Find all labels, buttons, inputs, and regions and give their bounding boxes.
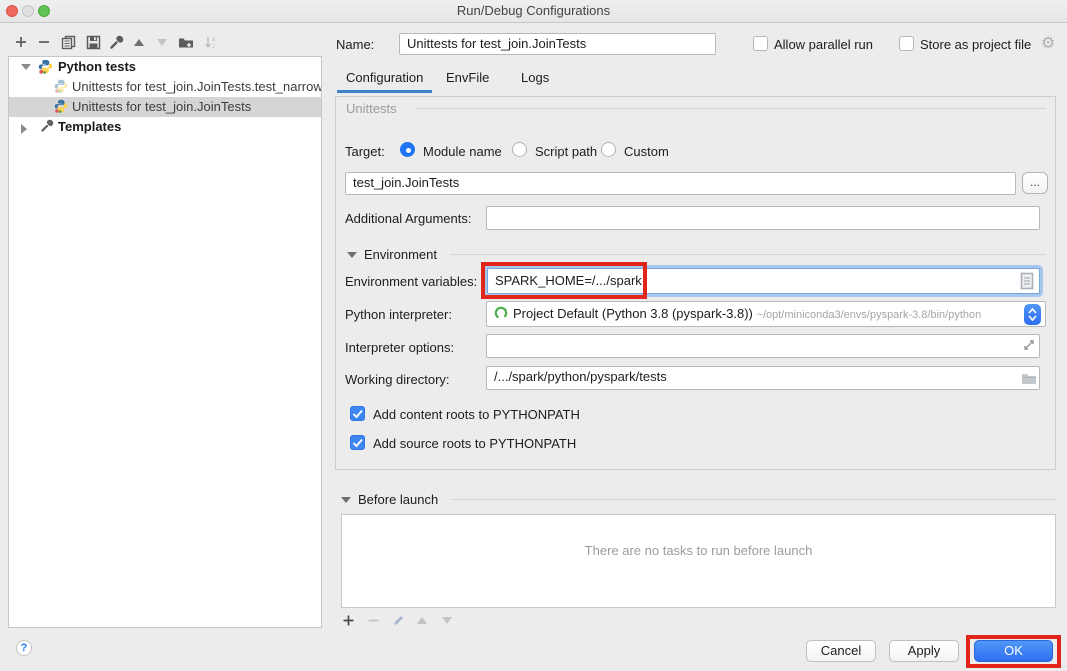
- conda-env-icon: [494, 306, 508, 326]
- tab-logs[interactable]: Logs: [521, 70, 549, 85]
- tree-item-test-narrow[interactable]: Unittests for test_join.JoinTests.test_n…: [9, 77, 321, 97]
- radio-module-name-label[interactable]: Module name: [423, 144, 502, 159]
- gear-icon[interactable]: ⚙: [1041, 33, 1055, 53]
- add-content-roots-label: Add content roots to PYTHONPATH: [373, 407, 580, 422]
- expand-field-icon[interactable]: [1022, 338, 1036, 357]
- group-divider: [415, 108, 1046, 109]
- folder-icon[interactable]: [1021, 371, 1037, 390]
- radio-module-name[interactable]: [400, 142, 415, 157]
- tab-envfile[interactable]: EnvFile: [446, 70, 489, 85]
- before-launch-empty-text: There are no tasks to run before launch: [342, 543, 1055, 558]
- module-name-input[interactable]: test_join.JoinTests: [345, 172, 1016, 195]
- store-as-project-file-label: Store as project file: [920, 37, 1031, 52]
- unittests-group-title: Unittests: [346, 101, 397, 116]
- environment-collapse-icon[interactable]: [347, 252, 357, 258]
- browse-module-button[interactable]: ...: [1022, 172, 1048, 194]
- help-button[interactable]: ?: [16, 640, 32, 656]
- additional-arguments-input[interactable]: [486, 206, 1040, 230]
- configurations-tree: Python tests Unittests for test_join.Joi…: [8, 56, 322, 628]
- name-input[interactable]: Unittests for test_join.JoinTests: [399, 33, 716, 55]
- environment-variables-label: Environment variables:: [345, 274, 477, 289]
- ok-button[interactable]: OK: [974, 640, 1053, 662]
- add-task-button[interactable]: [339, 611, 357, 629]
- target-label: Target:: [345, 144, 385, 159]
- active-tab-underline: [337, 90, 432, 93]
- cancel-button[interactable]: Cancel: [806, 640, 876, 662]
- tree-item-label: Python tests: [58, 57, 136, 77]
- tree-item-python-tests[interactable]: Python tests: [9, 57, 321, 77]
- chevron-down-icon[interactable]: [21, 64, 31, 70]
- svg-text:z: z: [212, 44, 215, 50]
- python-test-icon: [54, 99, 70, 115]
- before-launch-task-list: There are no tasks to run before launch: [341, 514, 1056, 608]
- python-interpreter-label: Python interpreter:: [345, 307, 452, 322]
- copy-configuration-icon[interactable]: [59, 33, 77, 51]
- additional-arguments-label: Additional Arguments:: [345, 211, 471, 226]
- python-interpreter-select[interactable]: Project Default (Python 3.8 (pyspark-3.8…: [486, 301, 1046, 327]
- radio-custom-label[interactable]: Custom: [624, 144, 669, 159]
- python-tests-icon: [38, 59, 54, 75]
- add-source-roots-checkbox[interactable]: [350, 435, 365, 450]
- tree-item-label: Unittests for test_join.JoinTests.test_n…: [72, 77, 322, 97]
- templates-wrench-icon: [40, 119, 56, 135]
- apply-button[interactable]: Apply: [889, 640, 959, 662]
- move-task-up-icon: [413, 611, 431, 629]
- browse-env-vars-icon[interactable]: [1020, 272, 1034, 295]
- run-debug-configurations-dialog: Run/Debug Configurations az Python tests: [0, 0, 1067, 671]
- svg-text:a: a: [212, 37, 216, 43]
- working-directory-label: Working directory:: [345, 372, 450, 387]
- radio-script-path-label[interactable]: Script path: [535, 144, 597, 159]
- allow-parallel-run-checkbox[interactable]: [753, 36, 768, 51]
- radio-custom[interactable]: [601, 142, 616, 157]
- remove-configuration-button[interactable]: [35, 33, 53, 51]
- environment-section-title: Environment: [364, 247, 437, 262]
- tree-item-label: Unittests for test_join.JoinTests: [72, 97, 251, 117]
- interpreter-options-input[interactable]: [486, 334, 1040, 358]
- add-content-roots-checkbox[interactable]: [350, 406, 365, 421]
- store-as-project-file-checkbox[interactable]: [899, 36, 914, 51]
- move-task-down-icon: [438, 611, 456, 629]
- tree-item-label: Templates: [58, 117, 121, 137]
- group-divider: [450, 254, 1046, 255]
- name-label: Name:: [336, 37, 374, 52]
- allow-parallel-run-label: Allow parallel run: [774, 37, 873, 52]
- new-folder-icon[interactable]: [177, 33, 195, 51]
- group-divider: [452, 499, 1056, 500]
- radio-script-path[interactable]: [512, 142, 527, 157]
- tree-item-jointests-selected[interactable]: Unittests for test_join.JoinTests: [9, 97, 321, 117]
- before-launch-title: Before launch: [358, 492, 438, 507]
- tree-item-templates[interactable]: Templates: [9, 117, 321, 137]
- edit-templates-wrench-icon[interactable]: [107, 33, 125, 51]
- combo-stepper-icon[interactable]: [1024, 304, 1041, 325]
- tab-configuration[interactable]: Configuration: [346, 70, 423, 85]
- save-configuration-icon[interactable]: [84, 33, 102, 51]
- environment-variables-input[interactable]: SPARK_HOME=/.../spark: [487, 268, 1040, 294]
- add-source-roots-label: Add source roots to PYTHONPATH: [373, 436, 576, 451]
- edit-pencil-icon: [389, 611, 407, 629]
- chevron-right-icon[interactable]: [21, 124, 27, 134]
- remove-task-button: [364, 611, 382, 629]
- window-title: Run/Debug Configurations: [0, 3, 1067, 18]
- sort-alphabetically-icon: az: [201, 33, 219, 51]
- python-test-icon: [54, 79, 70, 95]
- working-directory-input[interactable]: /.../spark/python/pyspark/tests: [486, 366, 1040, 390]
- add-configuration-button[interactable]: [12, 33, 30, 51]
- interpreter-options-label: Interpreter options:: [345, 340, 454, 355]
- move-up-icon[interactable]: [130, 33, 148, 51]
- move-down-icon: [153, 33, 171, 51]
- before-launch-collapse-icon[interactable]: [341, 497, 351, 503]
- title-bar: Run/Debug Configurations: [0, 0, 1067, 23]
